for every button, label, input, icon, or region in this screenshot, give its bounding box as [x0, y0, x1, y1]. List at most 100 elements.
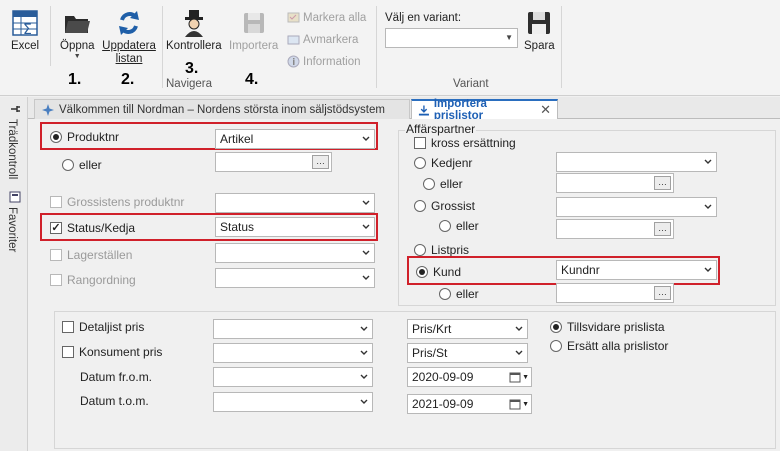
radio-eller-grossist[interactable]: eller [439, 219, 479, 233]
kedjenr-eller-input[interactable]: … [556, 173, 674, 193]
save-disk-icon [528, 12, 551, 34]
konsument-unit-select[interactable]: Pris/St [407, 343, 528, 363]
control-label: Kontrollera [166, 40, 222, 52]
kedjenr-select[interactable] [556, 152, 717, 172]
browse-button[interactable]: … [654, 222, 671, 236]
dropdown-arrow-icon: ▼ [73, 53, 81, 60]
radio-kedjenr[interactable]: Kedjenr [414, 156, 472, 170]
side-panel: Trädkontroll Favoriter [0, 97, 28, 451]
import-label: Importera [229, 40, 279, 52]
separator [561, 6, 562, 88]
check-konsument-pris[interactable]: Konsument pris [62, 345, 162, 359]
check-status-kedja[interactable]: ✓ Status/Kedja [50, 221, 135, 235]
chevron-down-icon [360, 399, 368, 404]
kund-eller-input[interactable]: … [556, 283, 674, 303]
import-form: Produktnr Artikel eller … Grossistens pr… [34, 119, 780, 451]
mark-all-button[interactable]: Markera alla [287, 11, 366, 24]
status-select[interactable]: Status [215, 217, 375, 237]
eller-input-1[interactable]: … [215, 152, 332, 172]
datum-from-label: Datum fr.o.m. [80, 370, 153, 384]
datum-tom-select[interactable] [213, 392, 373, 412]
affarspartner-title: Affärspartner [405, 122, 477, 136]
save-button[interactable]: Spara [524, 8, 555, 53]
date-from-picker[interactable]: 2020-09-09 ▼ [407, 367, 532, 387]
kund-label: Kund [433, 265, 462, 279]
kundnr-select[interactable]: Kundnr [556, 260, 717, 280]
radio-eller-kedjenr[interactable]: eller [423, 177, 463, 191]
calendar-button[interactable]: ▼ [509, 371, 529, 383]
ribbon: Σ Excel Öppna ▼ Uppdatera listan 1. 2. K… [0, 0, 780, 96]
open-button[interactable]: Öppna ▼ [60, 8, 95, 60]
chevron-down-icon [360, 326, 368, 331]
step-number-2: 2. [121, 71, 135, 88]
lagerstallen-label: Lagerställen [67, 248, 133, 262]
radio-icon [414, 200, 426, 212]
tab-welcome[interactable]: Välkommen till Nordman – Nordens största… [34, 99, 410, 119]
separator [376, 6, 377, 88]
chevron-down-icon [362, 200, 370, 205]
detaljist-unit-select[interactable]: Pris/Krt [407, 319, 528, 339]
save-label: Spara [524, 40, 555, 52]
radio-produktnr[interactable]: Produktnr [50, 130, 119, 144]
chevron-down-icon: ▼ [505, 33, 513, 42]
radio-eller-1[interactable]: eller [62, 158, 102, 172]
nordman-logo-icon [42, 103, 54, 116]
grossistens-produktnr-select[interactable] [215, 193, 375, 213]
radio-icon [62, 159, 74, 171]
control-button[interactable]: Kontrollera [166, 8, 222, 53]
browse-button[interactable]: … [654, 176, 671, 190]
date-to-picker[interactable]: 2021-09-09 ▼ [407, 394, 532, 414]
radio-grossist[interactable]: Grossist [414, 199, 475, 213]
chevron-down-icon [515, 326, 523, 331]
produktnr-select[interactable]: Artikel [215, 129, 375, 149]
browse-button[interactable]: … [312, 155, 329, 169]
refresh-icon [119, 11, 139, 35]
checkbox-icon [62, 346, 74, 358]
check-rangordning[interactable]: Rangordning [50, 273, 136, 287]
separator [162, 6, 163, 88]
radio-icon [550, 340, 562, 352]
detaljist-pris-select[interactable] [213, 319, 373, 339]
rangordning-select[interactable] [215, 268, 375, 288]
information-label: Information [303, 55, 361, 68]
tree-control-tab[interactable]: Trädkontroll [6, 119, 18, 179]
navigate-group-label: Navigera [166, 78, 213, 90]
import-button[interactable]: Importera [229, 8, 278, 53]
document-tab-strip: Välkommen till Nordman – Nordens största… [28, 97, 780, 122]
chevron-down-icon [515, 350, 523, 355]
radio-tillsvidare[interactable]: Tillsvidare prislista [550, 320, 665, 334]
calendar-button[interactable]: ▼ [509, 398, 529, 410]
checkbox-icon [50, 249, 62, 261]
check-kross[interactable]: kross ersättning [414, 136, 516, 150]
radio-listpris[interactable]: Listpris [414, 243, 469, 257]
browse-button[interactable]: … [654, 286, 671, 300]
datum-from-select[interactable] [213, 367, 373, 387]
svg-text:Σ: Σ [23, 22, 32, 38]
unmark-button[interactable]: Avmarkera [287, 33, 358, 46]
grossist-select[interactable] [556, 197, 717, 217]
check-detaljist-pris[interactable]: Detaljist pris [62, 320, 144, 334]
radio-icon [414, 157, 426, 169]
chevron-down-icon [362, 136, 370, 141]
tab-welcome-label: Välkommen till Nordman – Nordens största… [59, 103, 385, 116]
refresh-list-button[interactable]: Uppdatera listan [100, 8, 158, 66]
refresh-list-label: Uppdatera listan [102, 40, 156, 65]
radio-ersatt[interactable]: Ersätt alla prislistor [550, 339, 668, 353]
check-grossistens-produktnr[interactable]: Grossistens produktnr [50, 195, 184, 209]
variant-select[interactable]: ▼ [385, 28, 518, 48]
separator [50, 6, 51, 66]
lagerstallen-select[interactable] [215, 243, 375, 263]
close-tab-icon[interactable]: ✕ [540, 102, 551, 118]
konsument-pris-label: Konsument pris [79, 345, 163, 359]
excel-button[interactable]: Σ Excel [10, 8, 40, 53]
kross-label: kross ersättning [431, 136, 516, 150]
check-lagerstallen[interactable]: Lagerställen [50, 248, 132, 262]
information-button[interactable]: Information [287, 55, 361, 68]
konsument-pris-select[interactable] [213, 343, 373, 363]
radio-kund[interactable]: Kund [416, 265, 461, 279]
radio-eller-kund[interactable]: eller [439, 287, 479, 301]
favorites-tab[interactable]: Favoriter [6, 207, 18, 252]
pin-icon[interactable] [9, 103, 21, 115]
grossist-eller-input[interactable]: … [556, 219, 674, 239]
tab-import-pricelists[interactable]: Importera prislistor ✕ [411, 98, 558, 122]
